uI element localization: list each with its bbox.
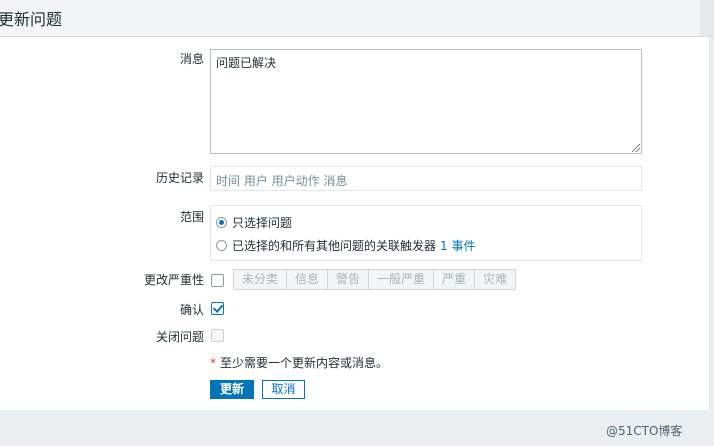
severity-label: 更改严重性 xyxy=(143,273,204,287)
watermark: @51CTO博客 xyxy=(606,424,683,438)
change-severity-checkbox[interactable] xyxy=(211,274,224,287)
radio-unchecked-icon[interactable] xyxy=(216,240,227,251)
required-star: * xyxy=(210,356,216,370)
radio-checked-icon[interactable] xyxy=(216,217,227,228)
message-textarea[interactable]: 问题已解决 xyxy=(210,49,642,154)
message-label: 消息 xyxy=(179,52,204,66)
history-table: 时间 用户 用户动作 消息 xyxy=(210,166,642,191)
severity-disaster: 灾难 xyxy=(475,269,517,290)
scope-option-label: 已选择的和所有其他问题的关联触发器 xyxy=(232,239,437,253)
close-problem-label: 关闭问题 xyxy=(155,330,204,344)
acknowledge-label: 确认 xyxy=(179,303,204,317)
acknowledge-checkbox[interactable] xyxy=(211,302,224,315)
scope-box: 只选择问题 已选择的和所有其他问题的关联触发器 1 事件 xyxy=(210,205,642,261)
dialog-title: 更新问题 xyxy=(0,10,63,29)
scope-option-related-problems[interactable]: 已选择的和所有其他问题的关联触发器 1 事件 xyxy=(216,237,475,254)
cancel-button[interactable]: 取消 xyxy=(262,380,305,399)
severity-high: 严重 xyxy=(434,269,476,290)
severity-warning: 警告 xyxy=(328,269,370,290)
scope-option-label: 只选择问题 xyxy=(232,216,293,230)
required-note-text: 至少需要一个更新内容或消息。 xyxy=(220,356,389,370)
scope-label: 范围 xyxy=(179,210,204,224)
message-value: 问题已解决 xyxy=(216,56,277,70)
close-problem-checkbox xyxy=(211,329,224,342)
scrollbar[interactable] xyxy=(700,0,714,36)
resize-handle-icon[interactable] xyxy=(632,144,640,152)
dialog-header: 更新问题 xyxy=(0,0,714,37)
severity-average: 一般严重 xyxy=(369,269,435,290)
history-label: 历史记录 xyxy=(155,171,204,185)
event-count-link[interactable]: 1 事件 xyxy=(440,237,475,254)
severity-not-classified: 未分类 xyxy=(233,269,288,290)
severity-selector: 未分类 信息 警告 一般严重 严重 灾难 xyxy=(233,269,517,290)
severity-information: 信息 xyxy=(287,269,329,290)
required-note: * 至少需要一个更新内容或消息。 xyxy=(210,354,388,371)
history-columns: 时间 用户 用户动作 消息 xyxy=(216,174,348,188)
update-button[interactable]: 更新 xyxy=(210,380,254,399)
scope-option-selected-problem[interactable]: 只选择问题 xyxy=(216,214,292,231)
